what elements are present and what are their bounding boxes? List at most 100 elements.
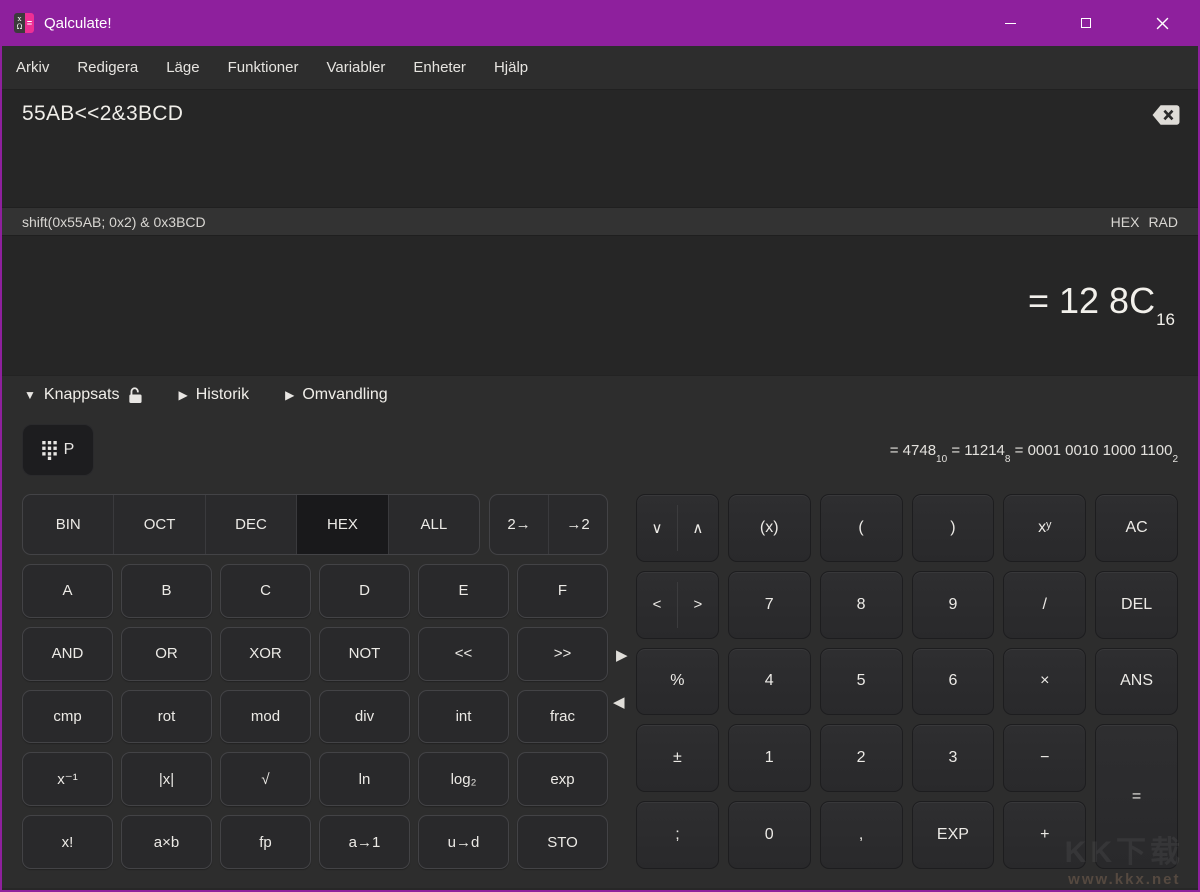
key-a-to-1[interactable]: a→1 [319,815,410,869]
menu-enheter[interactable]: Enheter [399,46,480,90]
key-rot[interactable]: rot [121,690,212,744]
key-e[interactable]: E [418,564,509,618]
key-1[interactable]: 1 [728,724,811,792]
key-c[interactable]: C [220,564,311,618]
key-u-to-d[interactable]: u→d [418,815,509,869]
key-axb[interactable]: a×b [121,815,212,869]
key-abs[interactable]: |x| [121,752,212,806]
key-9[interactable]: 9 [912,571,995,639]
result-base-subscript: 16 [1156,310,1175,329]
keypad-page-next-button[interactable]: ▶ [616,648,628,663]
key-2[interactable]: 2 [820,724,903,792]
key-ac[interactable]: AC [1095,494,1178,562]
key-close-paren[interactable]: ) [912,494,995,562]
key-dec[interactable]: DEC [205,495,296,554]
key-and[interactable]: AND [22,627,113,681]
close-button[interactable] [1124,0,1200,46]
key-f[interactable]: F [517,564,608,618]
key-div[interactable]: div [319,690,410,744]
key-cmp[interactable]: cmp [22,690,113,744]
window-title: Qalculate! [44,15,112,32]
key-exp[interactable]: EXP [912,801,995,869]
key-3[interactable]: 3 [912,724,995,792]
key-shift-right[interactable]: >> [517,627,608,681]
key-exp-fn[interactable]: exp [517,752,608,806]
key-0[interactable]: 0 [728,801,811,869]
key-fp[interactable]: fp [220,815,311,869]
key-divide[interactable]: / [1003,571,1086,639]
key-power[interactable]: xʸ [1003,494,1086,562]
key-hex[interactable]: HEX [296,495,387,554]
key-sqrt[interactable]: √ [220,752,311,806]
lock-open-icon[interactable] [128,387,143,404]
statusbar: shift(0x55AB; 0x2) & 0x3BCD HEX RAD [2,207,1198,236]
key-xor[interactable]: XOR [220,627,311,681]
key-percent[interactable]: % [636,648,719,716]
key-ans[interactable]: ANS [1095,648,1178,716]
menu-arkiv[interactable]: Arkiv [2,46,63,90]
key-6[interactable]: 6 [912,648,995,716]
status-base-mode[interactable]: HEX [1111,214,1140,230]
right-keypad: ∨ ∧ (x) ( ) xʸ AC < > 7 8 9 / DEL % 4 5 … [636,494,1178,869]
key-or[interactable]: OR [121,627,212,681]
chevron-down-icon[interactable]: ∨ [637,495,677,561]
key-all[interactable]: ALL [388,495,479,554]
key-sto[interactable]: STO [517,815,608,869]
key-factorial[interactable]: x! [22,815,113,869]
menu-variabler[interactable]: Variabler [312,46,399,90]
maximize-icon [1081,18,1091,28]
section-toggle-historik[interactable]: ▶ Historik [179,386,250,404]
menu-hjalp[interactable]: Hjälp [480,46,542,90]
key-semicolon[interactable]: ; [636,801,719,869]
key-to-base[interactable]: 2→ [490,495,548,554]
left-keypad: BIN OCT DEC HEX ALL 2→ →2 A B C D E F AN… [22,494,608,869]
key-from-base[interactable]: →2 [548,495,607,554]
section-toggle-omvandling[interactable]: ▶ Omvandling [285,386,388,404]
key-ln[interactable]: ln [319,752,410,806]
key-bin[interactable]: BIN [23,495,113,554]
maximize-button[interactable] [1048,0,1124,46]
key-plusminus[interactable]: ± [636,724,719,792]
programming-keypad-button[interactable]: P [22,424,94,476]
key-multiply[interactable]: × [1003,648,1086,716]
keypad-page-prev-button[interactable]: ◀ [613,695,625,710]
key-parens-x[interactable]: (x) [728,494,811,562]
key-int[interactable]: int [418,690,509,744]
key-open-paren[interactable]: ( [820,494,903,562]
menu-lage[interactable]: Läge [152,46,213,90]
parsed-expression: shift(0x55AB; 0x2) & 0x3BCD [22,214,206,230]
key-5[interactable]: 5 [820,648,903,716]
key-log2[interactable]: log₂ [418,752,509,806]
chevron-up-icon[interactable]: ∧ [678,495,718,561]
key-shift-left[interactable]: << [418,627,509,681]
key-mod[interactable]: mod [220,690,311,744]
key-minus[interactable]: − [1003,724,1086,792]
key-a[interactable]: A [22,564,113,618]
key-oct[interactable]: OCT [113,495,204,554]
key-4[interactable]: 4 [728,648,811,716]
key-b[interactable]: B [121,564,212,618]
section-toggles: ▼ Knappsats ▶ Historik ▶ Omvandling [24,386,388,404]
result-display: = 12 8C16 [2,236,1198,375]
menu-funktioner[interactable]: Funktioner [214,46,313,90]
chevron-right-icon[interactable]: > [678,572,718,638]
titlebar: xΩ = Qalculate! [0,0,1200,46]
menu-redigera[interactable]: Redigera [63,46,152,90]
key-reciprocal[interactable]: x⁻¹ [22,752,113,806]
key-plus[interactable]: + [1003,801,1086,869]
key-7[interactable]: 7 [728,571,811,639]
chevron-left-icon[interactable]: < [637,572,677,638]
minimize-button[interactable] [972,0,1048,46]
key-d[interactable]: D [319,564,410,618]
status-angle-mode[interactable]: RAD [1148,214,1178,230]
key-del[interactable]: DEL [1095,571,1178,639]
key-equals[interactable]: = [1095,724,1178,869]
key-frac[interactable]: frac [517,690,608,744]
key-comma[interactable]: , [820,801,903,869]
expression-input[interactable]: 55AB<<2&3BCD [2,90,1198,207]
key-8[interactable]: 8 [820,571,903,639]
key-not[interactable]: NOT [319,627,410,681]
keypad-panel: ▼ Knappsats ▶ Historik ▶ Omvandling [2,375,1198,888]
section-toggle-knappsats[interactable]: ▼ Knappsats [24,386,143,404]
backspace-button[interactable] [1152,104,1180,126]
